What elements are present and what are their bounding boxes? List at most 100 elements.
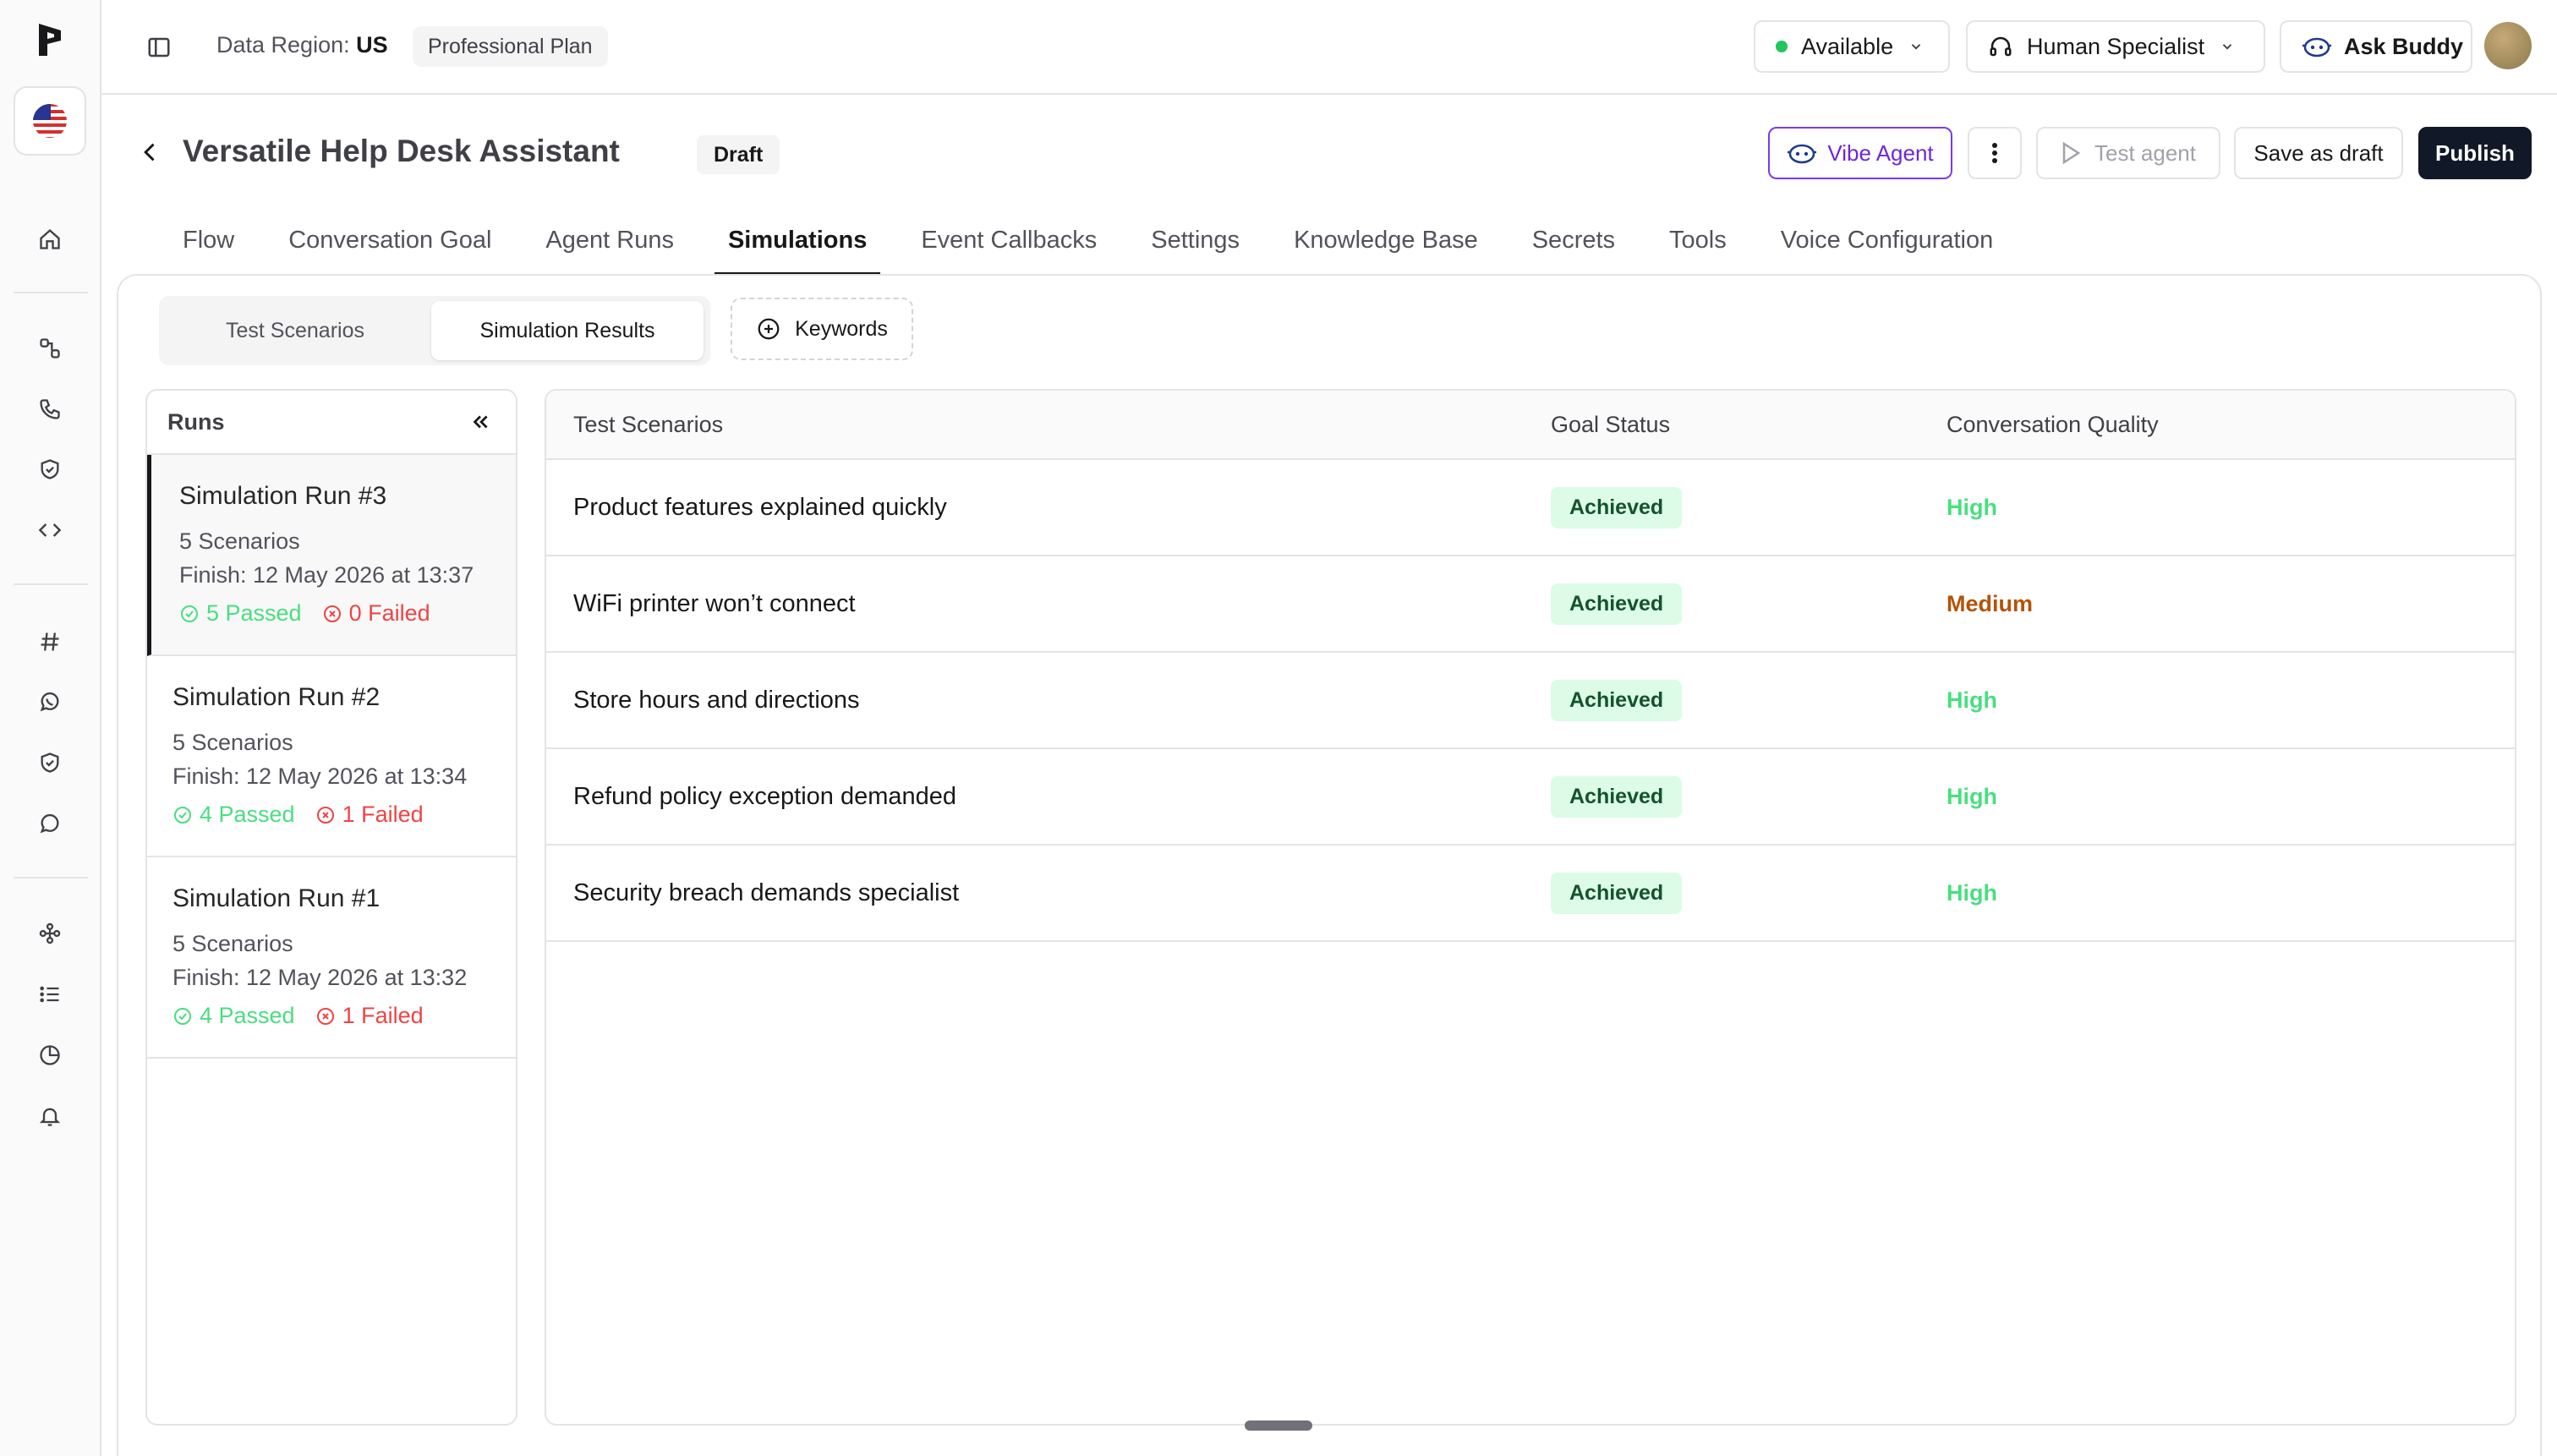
goal-status-cell: Achieved bbox=[1551, 749, 1683, 844]
table-row[interactable]: Security breach demands specialist Achie… bbox=[546, 846, 2515, 942]
integrations-icon[interactable] bbox=[34, 917, 66, 950]
bell-icon[interactable] bbox=[34, 1100, 66, 1132]
headphones-icon bbox=[1988, 34, 2013, 59]
availability-dropdown[interactable]: Available bbox=[1754, 20, 1950, 73]
results-view-switch: Test Scenarios Simulation Results bbox=[159, 296, 710, 365]
more-options-icon[interactable] bbox=[1968, 127, 2022, 179]
tab-voice-configuration[interactable]: Voice Configuration bbox=[1781, 223, 1994, 276]
conversation-quality-cell: High bbox=[1946, 653, 1997, 747]
test-scenarios-subtab[interactable]: Test Scenarios bbox=[166, 301, 424, 360]
conversation-quality: Medium bbox=[1946, 590, 2034, 616]
scenario-name: Product features explained quickly bbox=[573, 493, 947, 521]
us-flag-icon[interactable] bbox=[14, 86, 86, 156]
home-icon[interactable] bbox=[34, 223, 66, 255]
analytics-pie-icon[interactable] bbox=[34, 1039, 66, 1071]
chat-bubble-icon[interactable] bbox=[34, 807, 66, 840]
hashtag-icon[interactable] bbox=[34, 626, 66, 658]
conversation-quality-cell: High bbox=[1946, 749, 1997, 844]
chevron-down-icon bbox=[1908, 39, 1924, 54]
tab-secrets[interactable]: Secrets bbox=[1532, 223, 1615, 276]
table-row[interactable]: Store hours and directions Achieved High bbox=[546, 653, 2515, 749]
tab-conversation-goal[interactable]: Conversation Goal bbox=[288, 223, 491, 276]
vibe-agent-label: Vibe Agent bbox=[1827, 140, 1934, 166]
whatsapp-icon[interactable] bbox=[34, 686, 66, 718]
failed-count: 1 Failed bbox=[315, 1003, 424, 1029]
avatar[interactable] bbox=[2484, 22, 2532, 69]
passed-count: 4 Passed bbox=[172, 802, 295, 828]
tab-settings[interactable]: Settings bbox=[1151, 223, 1240, 276]
run-name: Simulation Run #1 bbox=[172, 884, 381, 912]
run-item[interactable]: Simulation Run #3 5 Scenarios Finish: 12… bbox=[147, 455, 516, 656]
keywords-button[interactable]: Keywords bbox=[731, 298, 913, 360]
failed-count: 1 Failed bbox=[315, 802, 424, 828]
list-icon[interactable] bbox=[34, 978, 66, 1010]
passed-label: 5 Passed bbox=[206, 600, 302, 626]
sidebar-toggle-icon[interactable] bbox=[142, 30, 176, 64]
top-bar: Data Region: US Professional Plan Availa… bbox=[101, 0, 2557, 95]
app-logo[interactable] bbox=[36, 22, 66, 57]
passed-label: 4 Passed bbox=[200, 1003, 295, 1028]
shield-check-icon[interactable] bbox=[34, 747, 66, 779]
run-item[interactable]: Simulation Run #2 5 Scenarios Finish: 12… bbox=[147, 656, 516, 857]
failed-label: 1 Failed bbox=[342, 802, 424, 827]
buddy-robot-icon bbox=[1787, 141, 1817, 165]
tab-knowledge-base[interactable]: Knowledge Base bbox=[1294, 223, 1478, 276]
goal-status-cell: Achieved bbox=[1551, 460, 1683, 555]
x-circle-icon bbox=[316, 1007, 334, 1025]
run-item[interactable]: Simulation Run #1 5 Scenarios Finish: 12… bbox=[147, 857, 516, 1059]
run-stats: 4 Passed 1 Failed bbox=[172, 1003, 516, 1029]
conversation-quality: High bbox=[1946, 879, 1997, 906]
runs-list: Runs Simulation Run #3 5 Scenarios Finis… bbox=[145, 389, 517, 1426]
conversation-quality: High bbox=[1946, 783, 1997, 809]
run-scenarios: 5 Scenarios bbox=[172, 931, 293, 956]
goal-status-badge: Achieved bbox=[1551, 775, 1683, 818]
publish-button[interactable]: Publish bbox=[2418, 127, 2532, 179]
human-specialist-label: Human Specialist bbox=[2027, 33, 2205, 59]
page-title: Versatile Help Desk Assistant bbox=[183, 134, 620, 168]
tab-tools[interactable]: Tools bbox=[1669, 223, 1727, 276]
conversation-quality: High bbox=[1946, 687, 1997, 713]
scenario-name: Store hours and directions bbox=[573, 686, 860, 714]
goal-status-badge: Achieved bbox=[1551, 872, 1683, 914]
flow-icon[interactable] bbox=[34, 332, 66, 364]
plus-circle-icon bbox=[758, 318, 780, 340]
runs-title: Runs bbox=[167, 408, 225, 435]
check-circle-icon bbox=[181, 605, 198, 622]
scenario-name: Refund policy exception demanded bbox=[573, 782, 957, 810]
chevron-down-icon bbox=[2220, 39, 2235, 54]
run-name: Simulation Run #3 bbox=[179, 482, 387, 510]
rail-divider bbox=[14, 292, 88, 293]
results-table: Test Scenarios Goal Status Conversation … bbox=[545, 389, 2516, 1426]
table-row[interactable]: WiFi printer won’t connect Achieved Medi… bbox=[546, 556, 2515, 653]
x-circle-icon bbox=[316, 806, 334, 824]
resize-handle[interactable] bbox=[1245, 1420, 1312, 1431]
human-specialist-dropdown[interactable]: Human Specialist bbox=[1966, 20, 2265, 73]
check-circle-icon bbox=[174, 806, 191, 824]
run-stats: 4 Passed 1 Failed bbox=[172, 802, 516, 828]
table-row[interactable]: Product features explained quickly Achie… bbox=[546, 460, 2515, 556]
tab-agent-runs[interactable]: Agent Runs bbox=[545, 223, 674, 276]
data-region: Data Region: US bbox=[216, 32, 388, 58]
conversation-quality-cell: High bbox=[1946, 846, 1997, 940]
simulation-results-subtab[interactable]: Simulation Results bbox=[431, 301, 704, 360]
availability-label: Available bbox=[1801, 33, 1894, 59]
tab-flow[interactable]: Flow bbox=[183, 223, 234, 276]
tab-simulations[interactable]: Simulations bbox=[714, 223, 881, 276]
back-arrow-icon[interactable] bbox=[135, 135, 166, 169]
tab-event-callbacks[interactable]: Event Callbacks bbox=[921, 223, 1097, 276]
vibe-agent-button[interactable]: Vibe Agent bbox=[1768, 127, 1952, 179]
save-as-draft-button[interactable]: Save as draft bbox=[2234, 127, 2403, 179]
scenario-name: Security breach demands specialist bbox=[573, 879, 960, 906]
ask-buddy-button[interactable]: Ask Buddy bbox=[2280, 20, 2472, 73]
run-finish-time: Finish: 12 May 2026 at 13:34 bbox=[172, 764, 468, 789]
failed-label: 1 Failed bbox=[342, 1003, 424, 1028]
code-icon[interactable] bbox=[34, 514, 66, 546]
collapse-double-chevron-icon[interactable] bbox=[463, 405, 497, 439]
test-agent-button[interactable]: Test agent bbox=[2036, 127, 2220, 179]
conversation-quality-cell: High bbox=[1946, 460, 1997, 555]
phone-icon[interactable] bbox=[34, 393, 66, 425]
run-name: Simulation Run #2 bbox=[172, 683, 381, 711]
table-row[interactable]: Refund policy exception demanded Achieve… bbox=[546, 749, 2515, 846]
scenario-name: WiFi printer won’t connect bbox=[573, 589, 856, 617]
shield-check-icon[interactable] bbox=[34, 453, 66, 485]
